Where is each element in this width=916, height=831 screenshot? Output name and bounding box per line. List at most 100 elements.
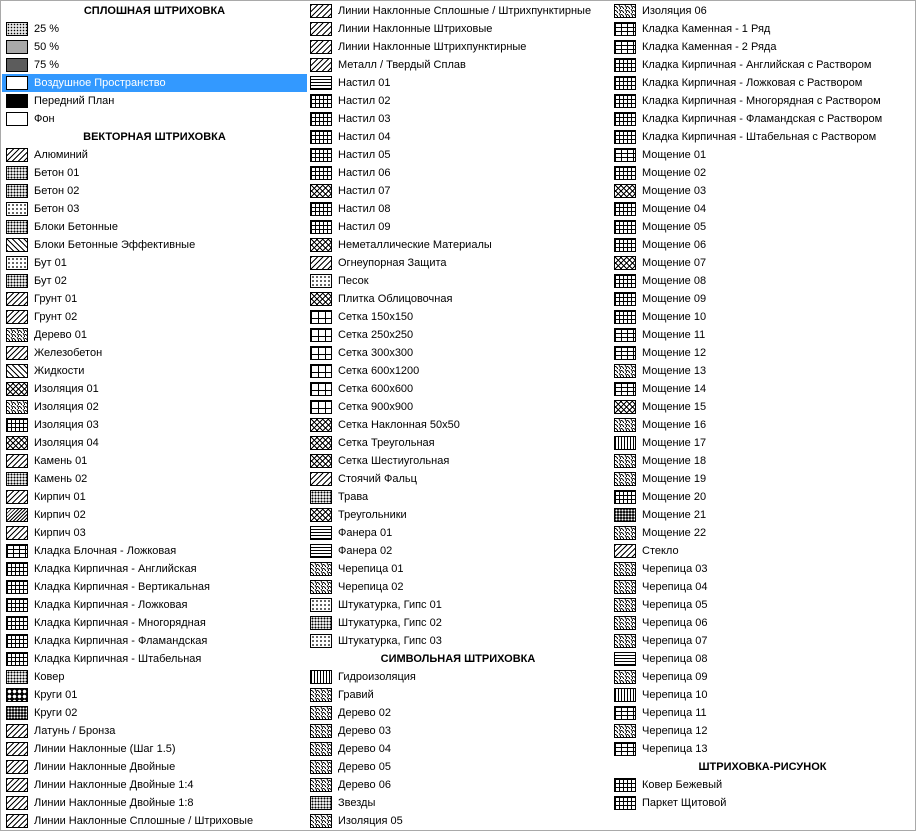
pattern-list-item[interactable]: Черепица 13 (610, 740, 915, 758)
pattern-list-item[interactable]: Настил 04 (306, 128, 610, 146)
pattern-list-item[interactable]: Круги 01 (2, 686, 307, 704)
pattern-list-item[interactable]: Мощение 01 (610, 146, 915, 164)
pattern-list-item[interactable]: Бетон 01 (2, 164, 307, 182)
pattern-list-item[interactable]: Мощение 07 (610, 254, 915, 272)
pattern-list-item[interactable]: Мощение 12 (610, 344, 915, 362)
pattern-list-item[interactable]: Алюминий (2, 146, 307, 164)
pattern-list-item[interactable]: Неметаллические Материалы (306, 236, 610, 254)
pattern-list-item[interactable]: Камень 01 (2, 452, 307, 470)
pattern-list-item[interactable]: Настил 01 (306, 74, 610, 92)
pattern-list-item[interactable]: Кладка Кирпичная - Ложковая (2, 596, 307, 614)
pattern-list-item[interactable]: Черепица 01 (306, 560, 610, 578)
pattern-list-item[interactable]: Трава (306, 488, 610, 506)
pattern-list-item[interactable]: Линии Наклонные Сплошные / Штриховые (2, 812, 307, 830)
pattern-list-item[interactable]: Паркет Щитовой (610, 794, 915, 812)
pattern-list-item[interactable]: Линии Наклонные Двойные (2, 758, 307, 776)
pattern-list-item[interactable]: Изоляция 01 (2, 380, 307, 398)
pattern-list-item[interactable]: Мощение 14 (610, 380, 915, 398)
pattern-list-item[interactable]: Кладка Кирпичная - Многорядная с Раствор… (610, 92, 915, 110)
pattern-list-item[interactable]: Дерево 01 (2, 326, 307, 344)
pattern-list-item[interactable]: Кладка Кирпичная - Английская (2, 560, 307, 578)
pattern-list-item[interactable]: Фанера 01 (306, 524, 610, 542)
pattern-list-item[interactable]: Плитка Облицовочная (306, 290, 610, 308)
pattern-list-item[interactable]: Камень 02 (2, 470, 307, 488)
pattern-list-item[interactable]: Черепица 11 (610, 704, 915, 722)
pattern-list-item[interactable]: Сетка Треугольная (306, 434, 610, 452)
pattern-list-item[interactable]: Линии Наклонные Сплошные / Штрихпунктирн… (306, 2, 610, 20)
pattern-list-item[interactable]: Круги 02 (2, 704, 307, 722)
pattern-list-item[interactable]: Грунт 02 (2, 308, 307, 326)
pattern-list-item[interactable]: Черепица 10 (610, 686, 915, 704)
pattern-list-item[interactable]: Кладка Кирпичная - Фламандская с Раствор… (610, 110, 915, 128)
pattern-list-item[interactable]: 75 % (2, 56, 307, 74)
pattern-list-item[interactable]: Черепица 03 (610, 560, 915, 578)
pattern-list-item[interactable]: Треугольники (306, 506, 610, 524)
pattern-list-item[interactable]: Сетка 900x900 (306, 398, 610, 416)
pattern-list-item[interactable]: Линии Наклонные Двойные 1:4 (2, 776, 307, 794)
pattern-list-item[interactable]: Кладка Каменная - 1 Ряд (610, 20, 915, 38)
pattern-list-item[interactable]: Сетка Шестиугольная (306, 452, 610, 470)
pattern-list-item[interactable]: Металл / Твердый Сплав (306, 56, 610, 74)
pattern-list-item[interactable]: Блоки Бетонные (2, 218, 307, 236)
pattern-list-item[interactable]: Кладка Кирпичная - Вертикальная (2, 578, 307, 596)
pattern-list-item[interactable]: Фон (2, 110, 307, 128)
pattern-list-item[interactable]: Сетка 300x300 (306, 344, 610, 362)
pattern-list-item[interactable]: Мощение 15 (610, 398, 915, 416)
pattern-list-item[interactable]: Блоки Бетонные Эффективные (2, 236, 307, 254)
pattern-list-item[interactable]: Линии Наклонные Штрихпунктирные (306, 38, 610, 56)
pattern-list-item[interactable]: Настил 05 (306, 146, 610, 164)
pattern-list-item[interactable]: Черепица 07 (610, 632, 915, 650)
pattern-list-item[interactable]: Сетка 600x1200 (306, 362, 610, 380)
pattern-list-item[interactable]: Бетон 03 (2, 200, 307, 218)
pattern-list-item[interactable]: Изоляция 03 (2, 416, 307, 434)
pattern-list-item[interactable]: Кладка Кирпичная - Английская с Растворо… (610, 56, 915, 74)
pattern-list-item[interactable]: Кладка Кирпичная - Штабельная (2, 650, 307, 668)
pattern-list-item[interactable]: Бетон 02 (2, 182, 307, 200)
pattern-list-item[interactable]: Мощение 19 (610, 470, 915, 488)
pattern-list-item[interactable]: Кирпич 03 (2, 524, 307, 542)
pattern-list-item[interactable]: Мощение 16 (610, 416, 915, 434)
pattern-list-item[interactable]: Ковер (2, 668, 307, 686)
pattern-list-item[interactable]: Настил 06 (306, 164, 610, 182)
pattern-list-item[interactable]: 25 % (2, 20, 307, 38)
pattern-list-item[interactable]: Дерево 05 (306, 758, 610, 776)
pattern-list-item[interactable]: Мощение 20 (610, 488, 915, 506)
pattern-list-item[interactable]: Дерево 04 (306, 740, 610, 758)
pattern-list-item[interactable]: Латунь / Бронза (2, 722, 307, 740)
pattern-list-item[interactable]: Штукатурка, Гипс 02 (306, 614, 610, 632)
pattern-list-item[interactable]: Мощение 17 (610, 434, 915, 452)
pattern-list-item[interactable]: Черепица 05 (610, 596, 915, 614)
pattern-list-item[interactable]: Сетка 250x250 (306, 326, 610, 344)
pattern-list-item[interactable]: Мощение 09 (610, 290, 915, 308)
pattern-list-item[interactable]: Черепица 09 (610, 668, 915, 686)
pattern-list-item[interactable]: Кладка Кирпичная - Фламандская (2, 632, 307, 650)
pattern-list-item[interactable]: Грунт 01 (2, 290, 307, 308)
pattern-list-item[interactable]: Мощение 18 (610, 452, 915, 470)
pattern-list-item[interactable]: Черепица 08 (610, 650, 915, 668)
pattern-list-item[interactable]: Железобетон (2, 344, 307, 362)
pattern-list-item[interactable]: Мощение 21 (610, 506, 915, 524)
pattern-list-item[interactable]: Линии Наклонные Двойные 1:8 (2, 794, 307, 812)
pattern-list-item[interactable]: Огнеупорная Защита (306, 254, 610, 272)
pattern-list-item[interactable]: Изоляция 05 (306, 812, 610, 830)
pattern-list-item[interactable]: Бут 01 (2, 254, 307, 272)
pattern-list-item[interactable]: 50 % (2, 38, 307, 56)
pattern-list-item[interactable]: Штукатурка, Гипс 03 (306, 632, 610, 650)
pattern-list-item[interactable]: Мощение 10 (610, 308, 915, 326)
pattern-list-item[interactable]: Мощение 08 (610, 272, 915, 290)
pattern-list-item[interactable]: Дерево 06 (306, 776, 610, 794)
pattern-list-item[interactable]: Черепица 06 (610, 614, 915, 632)
pattern-list-item[interactable]: Изоляция 06 (610, 2, 915, 20)
pattern-list-item[interactable]: Кирпич 01 (2, 488, 307, 506)
pattern-list-item[interactable]: Штукатурка, Гипс 01 (306, 596, 610, 614)
pattern-list-item[interactable]: Сетка Наклонная 50x50 (306, 416, 610, 434)
pattern-list-item[interactable]: Песок (306, 272, 610, 290)
pattern-list-item[interactable]: Мощение 06 (610, 236, 915, 254)
pattern-list-item[interactable]: Линии Наклонные Штриховые (306, 20, 610, 38)
pattern-list-item[interactable]: Настил 09 (306, 218, 610, 236)
pattern-list-item[interactable]: Черепица 04 (610, 578, 915, 596)
pattern-list-item[interactable]: Мощение 13 (610, 362, 915, 380)
pattern-list-item[interactable]: Мощение 04 (610, 200, 915, 218)
pattern-list-item[interactable]: Мощение 05 (610, 218, 915, 236)
pattern-list-item[interactable]: Сетка 600x600 (306, 380, 610, 398)
